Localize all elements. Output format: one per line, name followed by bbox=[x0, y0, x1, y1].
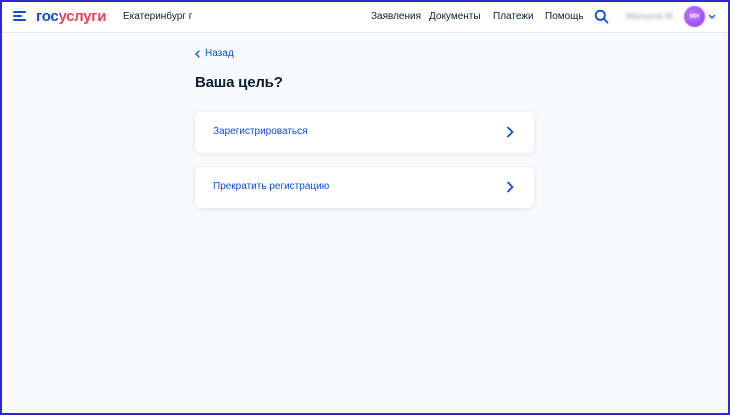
city-selector[interactable]: Екатеринбург г bbox=[123, 11, 192, 22]
logo-part-gos: гос bbox=[36, 8, 59, 25]
top-header: госуслуги Екатеринбург г Заявления Докум… bbox=[2, 2, 728, 33]
avatar[interactable]: МН bbox=[684, 6, 705, 27]
option-stop-registration-label: Прекратить регистрацию bbox=[213, 181, 330, 192]
logo-part-uslugi: услуги bbox=[58, 8, 107, 25]
chevron-down-icon[interactable] bbox=[708, 13, 716, 21]
option-register[interactable]: Зарегистрироваться bbox=[195, 112, 534, 153]
gosuslugi-logo[interactable]: госуслуги bbox=[36, 8, 106, 25]
nav-applications[interactable]: Заявления bbox=[371, 11, 421, 22]
chevron-right-icon bbox=[507, 181, 514, 193]
nav-help[interactable]: Помощь bbox=[545, 11, 584, 22]
option-register-label: Зарегистрироваться bbox=[213, 126, 308, 137]
menu-icon[interactable] bbox=[13, 11, 26, 22]
avatar-initials: МН bbox=[689, 13, 700, 20]
user-name[interactable]: Мальков М. bbox=[626, 11, 675, 21]
page-title: Ваша цель? bbox=[195, 74, 283, 91]
back-link[interactable]: Назад bbox=[195, 48, 234, 59]
chevron-left-icon bbox=[195, 49, 200, 58]
nav-payments[interactable]: Платежи bbox=[493, 11, 534, 22]
back-label: Назад bbox=[205, 48, 234, 59]
search-icon[interactable] bbox=[594, 9, 609, 24]
nav-documents[interactable]: Документы bbox=[429, 11, 481, 22]
chevron-right-icon bbox=[507, 126, 514, 138]
option-stop-registration[interactable]: Прекратить регистрацию bbox=[195, 167, 534, 208]
app-frame: госуслуги Екатеринбург г Заявления Докум… bbox=[0, 0, 730, 415]
